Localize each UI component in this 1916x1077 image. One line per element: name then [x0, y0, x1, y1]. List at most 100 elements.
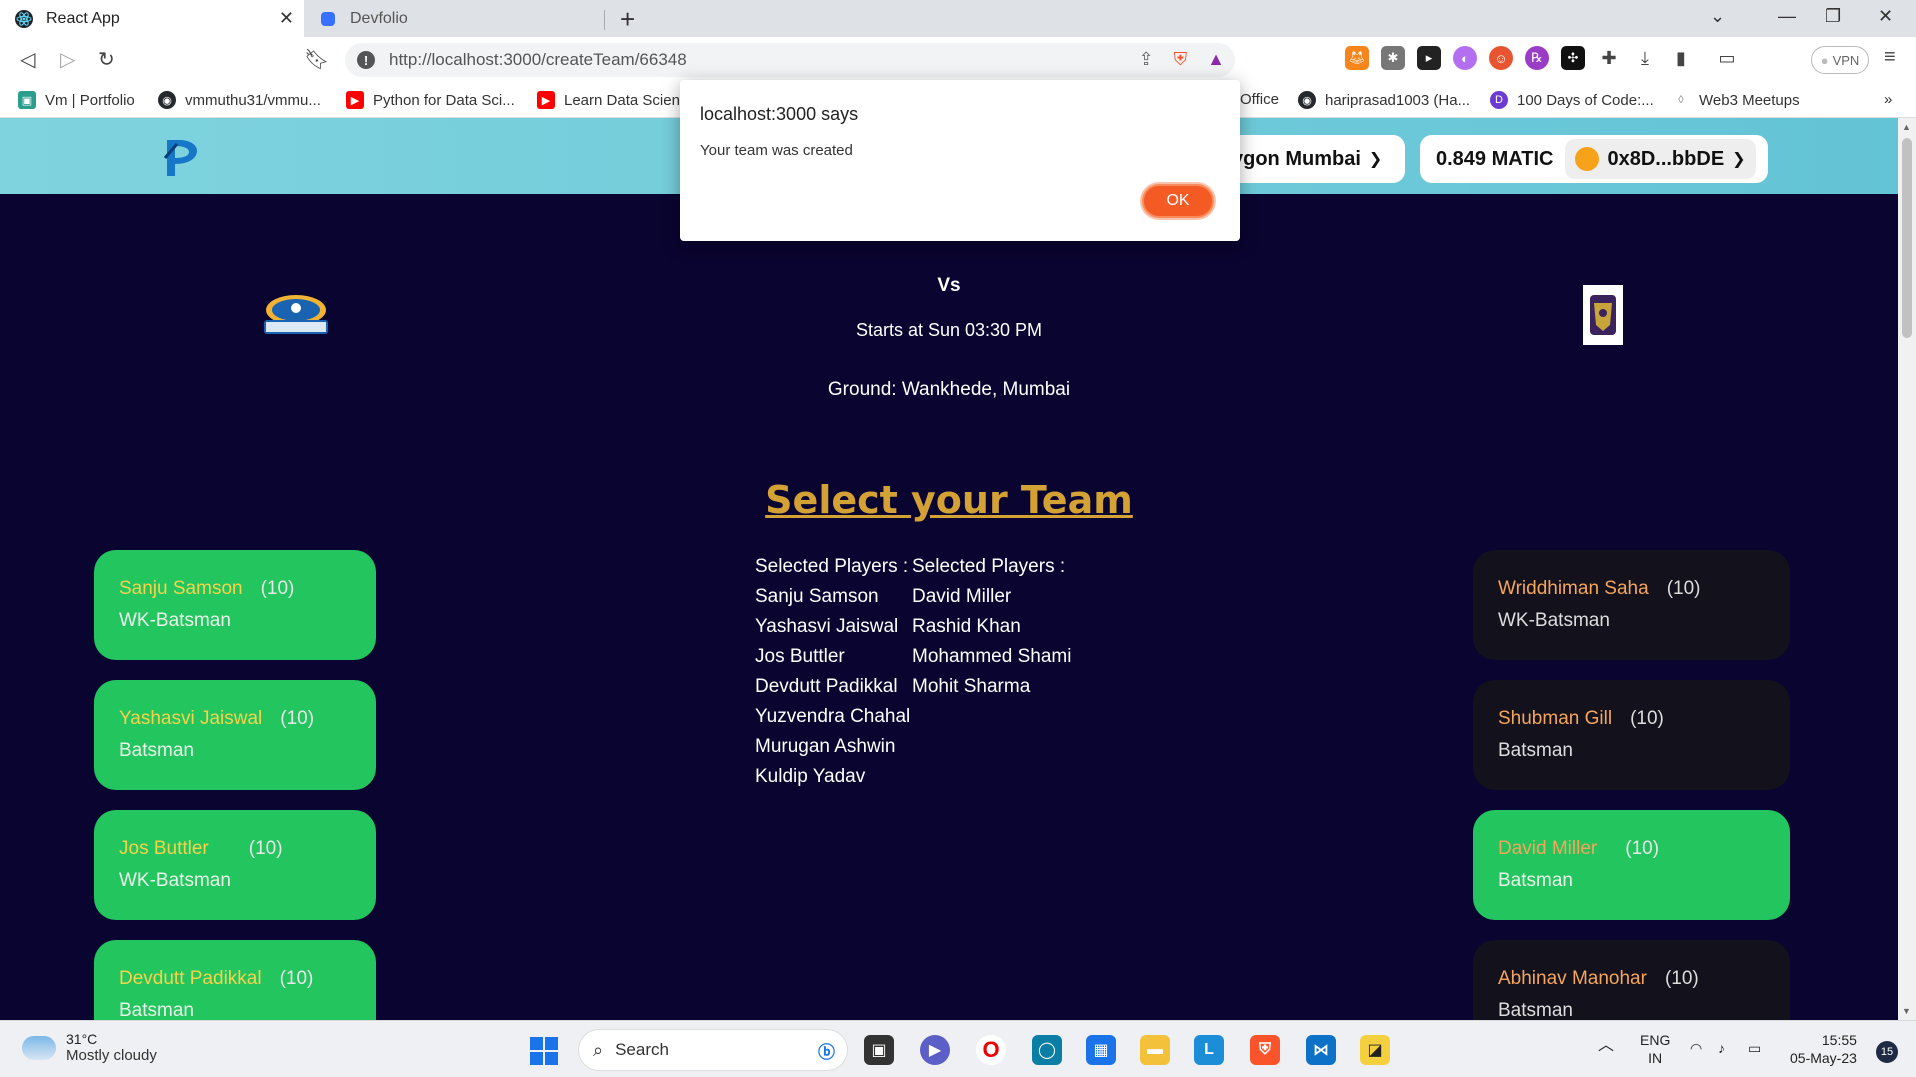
list-item: Murugan Ashwin — [755, 736, 896, 757]
bookmark-item[interactable]: ◊ Web3 Meetups — [1672, 91, 1799, 109]
app-logo-icon[interactable] — [163, 138, 199, 178]
cloud-icon — [22, 1035, 56, 1060]
face-extension-icon[interactable]: ☺ — [1489, 46, 1513, 70]
wallet-button[interactable]: 0.849 MATIC 0x8D...bbDE ❯ — [1420, 135, 1768, 183]
reader-extension-icon[interactable]: ℞ — [1525, 46, 1549, 70]
brave-icon[interactable]: ⛨ — [1250, 1035, 1280, 1065]
more-bookmarks-icon[interactable]: » — [1884, 91, 1892, 108]
brave-rewards-icon[interactable]: ▲ — [1207, 49, 1225, 70]
new-tab-icon[interactable]: + — [620, 4, 635, 35]
clock[interactable]: 15:55 05-May-23 — [1790, 1031, 1857, 1067]
player-name: Shubman Gill — [1498, 708, 1613, 729]
sidebar-icon[interactable]: ▮ — [1669, 46, 1693, 70]
search-label: Search — [615, 1040, 669, 1059]
vscode-icon[interactable]: ⋈ — [1306, 1035, 1336, 1065]
bing-icon[interactable]: ⓑ — [818, 1038, 835, 1063]
scrollbar-thumb[interactable] — [1902, 138, 1912, 338]
taskbar-search[interactable]: ⌕ Search ⓑ — [578, 1029, 848, 1071]
chevron-up-icon[interactable]: ︿ — [1598, 1037, 1614, 1055]
search-icon: ⌕ — [593, 1039, 604, 1060]
share-icon[interactable]: ⇪ — [1139, 49, 1154, 70]
menu-icon[interactable]: ≡ — [1884, 46, 1896, 69]
scroll-down-icon[interactable]: ▼ — [1902, 1006, 1911, 1016]
chevron-down-icon: ❯ — [1368, 151, 1383, 168]
minimize-icon[interactable]: — — [1778, 6, 1796, 27]
network-label: ygon Mumbai — [1232, 147, 1361, 170]
reload-icon[interactable]: ↻ — [98, 47, 115, 72]
player-name: Jos Buttler — [119, 838, 209, 859]
page-scrollbar[interactable]: ▲ ▼ — [1898, 118, 1916, 1020]
site-info-icon[interactable]: ! — [357, 51, 375, 69]
task-view-icon[interactable]: ▣ — [864, 1035, 894, 1065]
tab-devfolio[interactable]: Devfolio — [304, 0, 604, 37]
network-selector[interactable]: ygon Mumbai ❯ — [1220, 135, 1405, 183]
bookmark-label: Learn Data Scienc — [564, 91, 688, 109]
notification-badge[interactable]: 15 — [1876, 1041, 1898, 1063]
file-explorer-icon[interactable]: ▬ — [1140, 1035, 1170, 1065]
bookmark-item[interactable]: ▣ Vm | Portfolio — [18, 91, 135, 109]
opera-icon[interactable]: O — [976, 1035, 1006, 1065]
player-card[interactable]: David Miller (10) Batsman — [1473, 810, 1790, 920]
bookmark-item[interactable]: ◉ hariprasad1003 (Ha... — [1298, 91, 1470, 109]
bookmark-item[interactable]: D 100 Days of Code:... — [1490, 91, 1654, 109]
brave-shield-icon[interactable]: ⛨ — [1174, 49, 1188, 70]
bookmark-item[interactable]: ▶ Python for Data Sci... — [346, 91, 515, 109]
bug-icon[interactable]: ✱ — [1381, 46, 1405, 70]
date: 05-May-23 — [1790, 1050, 1857, 1066]
bookmark-item[interactable]: ▶ Learn Data Scienc — [537, 91, 687, 109]
player-role: Batsman — [119, 740, 194, 761]
player-card[interactable]: Shubman Gill (10) Batsman — [1473, 680, 1790, 790]
battery-icon[interactable]: ▭ — [1748, 1039, 1761, 1057]
download-icon[interactable]: ⤓ — [1633, 46, 1657, 70]
close-window-icon[interactable]: ✕ — [1878, 6, 1893, 27]
bookmark-item[interactable]: ◉ vmmuthu31/vmmu... — [158, 91, 321, 109]
restore-icon[interactable]: ❐ — [1825, 6, 1841, 27]
scroll-up-icon[interactable]: ▲ — [1902, 122, 1911, 132]
tab-list-icon[interactable]: ⌄ — [1710, 6, 1725, 27]
url-text[interactable]: http://localhost:3000/createTeam/66348 — [389, 50, 687, 70]
player-card[interactable]: Yashasvi Jaiswal (10) Batsman — [94, 680, 376, 790]
bookmark-label: hariprasad1003 (Ha... — [1325, 91, 1471, 109]
bookmark-item[interactable]: Office — [1240, 91, 1279, 108]
volume-icon[interactable]: ♪ — [1718, 1039, 1725, 1057]
close-tab-icon[interactable]: ✕ — [279, 8, 294, 29]
player-card[interactable]: Abhinav Manohar (10) Batsman — [1473, 940, 1790, 1021]
weather-condition: Mostly cloudy — [66, 1047, 157, 1064]
wifi-icon[interactable]: ◠ — [1690, 1039, 1702, 1057]
gradient-extension-icon[interactable]: ◐ — [1453, 46, 1477, 70]
metamask-icon[interactable]: 🦊︎ — [1345, 46, 1369, 70]
forward-icon[interactable]: ▷ — [60, 47, 75, 72]
store-icon[interactable]: ▦ — [1086, 1035, 1116, 1065]
ok-button[interactable]: OK — [1142, 184, 1214, 218]
teams-chat-icon[interactable]: ▶ — [920, 1035, 950, 1065]
devfolio-icon — [318, 9, 338, 29]
extension-dark-icon[interactable]: ▸ — [1417, 46, 1441, 70]
tab-title: Devfolio — [350, 9, 408, 27]
player-card[interactable]: Devdutt Padikkal (10) Batsman — [94, 940, 376, 1021]
tab-react-app[interactable]: React App ✕ — [0, 0, 304, 37]
player-card[interactable]: Jos Buttler (10) WK-Batsman — [94, 810, 376, 920]
player-points: (10) — [279, 968, 314, 989]
grid-extension-icon[interactable]: ✣ — [1561, 46, 1585, 70]
player-card[interactable]: Sanju Samson (10) WK-Batsman — [94, 550, 376, 660]
list-item: Jos Buttler — [755, 646, 845, 667]
bookmark-label: 100 Days of Code:... — [1517, 91, 1654, 109]
back-icon[interactable]: ◁ — [20, 47, 35, 72]
tab-separator — [604, 10, 605, 30]
puzzle-icon[interactable]: ✚ — [1597, 46, 1621, 70]
alexa-icon[interactable]: ◯ — [1032, 1035, 1062, 1065]
account-address: 0x8D...bbDE — [1607, 147, 1725, 170]
address-bar[interactable]: ! http://localhost:3000/createTeam/66348… — [345, 43, 1235, 77]
windows-start-icon[interactable] — [530, 1037, 558, 1065]
vpn-button[interactable]: ● VPN — [1811, 46, 1869, 74]
weather-widget[interactable]: 31°C Mostly cloudy — [22, 1031, 157, 1064]
language-indicator[interactable]: ENG IN — [1640, 1031, 1670, 1067]
launcher-icon[interactable]: L — [1194, 1035, 1224, 1065]
wallet-icon[interactable]: ▭ — [1715, 46, 1739, 70]
bookmark-icon[interactable]: 🔖︎ — [304, 47, 329, 72]
player-card[interactable]: Wriddhiman Saha (10) WK-Batsman — [1473, 550, 1790, 660]
selected-players-team-b: Selected Players : David Miller Rashid K… — [912, 552, 1071, 702]
account-selector[interactable]: 0x8D...bbDE ❯ — [1565, 139, 1756, 179]
avatar — [1575, 147, 1600, 171]
sticky-notes-icon[interactable]: ◪ — [1360, 1035, 1390, 1065]
